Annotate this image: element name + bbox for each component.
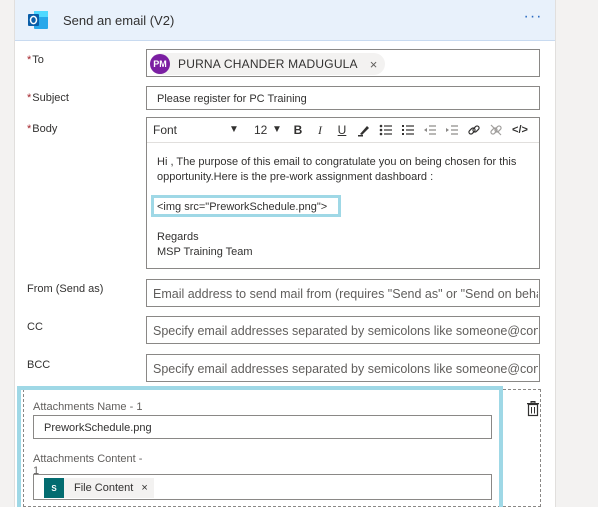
cc-field[interactable]: Specify email addresses separated by sem…: [146, 316, 540, 344]
attachment-name-value: PreworkSchedule.png: [44, 422, 152, 434]
remove-recipient-button[interactable]: ×: [370, 57, 378, 72]
bcc-label: BCC: [27, 359, 51, 371]
body-editor[interactable]: Font ▼ 12 ▼ B I U </> Hi , The purpose o…: [146, 117, 540, 269]
attachment-name-label: Attachments Name - 1: [33, 401, 143, 413]
dynamic-content-chip[interactable]: S File Content ×: [44, 478, 154, 498]
subject-field[interactable]: Please register for PC Training: [146, 86, 540, 110]
highlight-pen-icon[interactable]: [355, 121, 373, 139]
bullet-list-icon[interactable]: [377, 121, 395, 139]
more-options-button[interactable]: ···: [519, 8, 547, 28]
action-card: Send an email (V2) ··· *To PM PURNA CHAN…: [14, 0, 556, 507]
cc-placeholder: Specify email addresses separated by sem…: [153, 324, 538, 338]
required-marker: *: [27, 123, 32, 135]
decrease-indent-icon[interactable]: [421, 121, 439, 139]
link-icon[interactable]: [465, 121, 483, 139]
recipient-name: PURNA CHANDER MADUGULA: [178, 57, 358, 71]
action-header[interactable]: Send an email (V2) ···: [15, 0, 555, 41]
body-text: Hi , The purpose of this email to congra…: [157, 155, 532, 185]
to-label: *To: [27, 54, 44, 66]
from-label: From (Send as): [27, 283, 104, 295]
bcc-placeholder: Specify email addresses separated by sem…: [153, 362, 538, 376]
font-size-select[interactable]: 12: [254, 123, 267, 137]
bcc-field[interactable]: Specify email addresses separated by sem…: [146, 354, 540, 382]
subject-label: *Subject: [27, 92, 69, 104]
chevron-down-icon[interactable]: ▼: [272, 124, 282, 135]
unlink-icon[interactable]: [487, 121, 505, 139]
subject-value: Please register for PC Training: [157, 93, 307, 105]
attachment-name-field[interactable]: PreworkSchedule.png: [33, 415, 492, 439]
chevron-down-icon[interactable]: ▼: [229, 124, 239, 135]
recipient-chip[interactable]: PM PURNA CHANDER MADUGULA ×: [150, 53, 386, 75]
remove-chip-button[interactable]: ×: [141, 482, 147, 494]
body-signature: Regards MSP Training Team: [157, 230, 253, 260]
from-field[interactable]: Email address to send mail from (require…: [146, 279, 540, 307]
font-family-select[interactable]: Font: [153, 123, 177, 137]
code-view-icon[interactable]: </>: [511, 121, 529, 139]
sharepoint-icon: S: [44, 478, 64, 498]
underline-button[interactable]: U: [333, 121, 351, 139]
bold-button[interactable]: B: [289, 121, 307, 139]
required-marker: *: [27, 54, 32, 66]
body-label: *Body: [27, 123, 58, 135]
outlook-icon: [28, 11, 48, 29]
chip-label: File Content: [74, 482, 134, 494]
img-tag-text: <img src="PreworkSchedule.png">: [157, 201, 328, 213]
rich-text-toolbar: Font ▼ 12 ▼ B I U </>: [147, 118, 539, 143]
regards-text: Regards: [157, 231, 199, 243]
delete-attachment-icon[interactable]: [525, 401, 541, 417]
attachment-content-field[interactable]: S File Content ×: [33, 474, 492, 500]
cc-label: CC: [27, 321, 43, 333]
action-title: Send an email (V2): [63, 13, 175, 28]
italic-button[interactable]: I: [311, 121, 329, 139]
increase-indent-icon[interactable]: [443, 121, 461, 139]
body-line: opportunity.Here is the pre-work assignm…: [157, 171, 434, 183]
body-line: Hi , The purpose of this email to congra…: [157, 156, 517, 168]
required-marker: *: [27, 92, 32, 104]
from-placeholder: Email address to send mail from (require…: [153, 287, 538, 301]
numbered-list-icon[interactable]: [399, 121, 417, 139]
to-field[interactable]: PM PURNA CHANDER MADUGULA ×: [146, 49, 540, 77]
avatar: PM: [150, 54, 170, 74]
signature-text: MSP Training Team: [157, 246, 253, 258]
